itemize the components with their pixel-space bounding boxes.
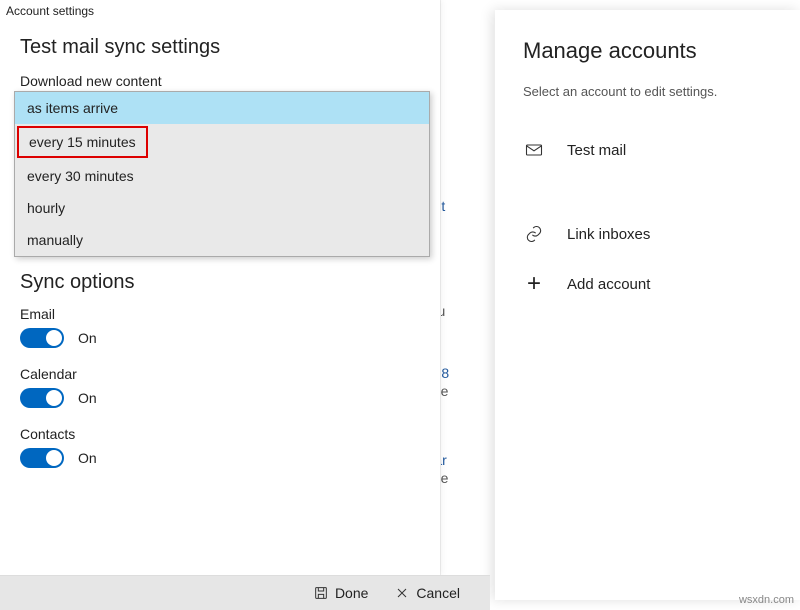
sync-options-heading: Sync options <box>20 271 420 294</box>
dialog-button-bar: Done Cancel <box>0 575 490 610</box>
download-content-label: Download new content <box>20 73 420 89</box>
link-inboxes-button[interactable]: Link inboxes <box>495 209 800 259</box>
manage-accounts-panel: Manage accounts Select an account to edi… <box>495 10 800 600</box>
link-icon <box>523 223 545 245</box>
email-sync-toggle[interactable] <box>20 328 64 348</box>
mail-icon <box>523 139 545 161</box>
contacts-sync-toggle[interactable] <box>20 448 64 468</box>
link-inboxes-label: Link inboxes <box>567 226 650 243</box>
manage-accounts-title: Manage accounts <box>495 38 800 84</box>
account-settings-panel: Account settings Test mail sync settings… <box>0 0 440 575</box>
watermark: wsxdn.com <box>739 594 794 606</box>
close-icon <box>394 585 410 601</box>
account-name-label: Test mail <box>567 142 626 159</box>
add-account-button[interactable]: + Add account <box>495 259 800 309</box>
cancel-button[interactable]: Cancel <box>394 585 460 601</box>
dropdown-option-as-items-arrive[interactable]: as items arrive <box>15 92 429 124</box>
contacts-sync-label: Contacts <box>20 426 420 442</box>
calendar-sync-label: Calendar <box>20 366 420 382</box>
dropdown-option-every-30-minutes[interactable]: every 30 minutes <box>15 160 429 192</box>
download-frequency-dropdown[interactable]: as items arrive every 15 minutes every 3… <box>14 91 430 257</box>
contacts-sync-state: On <box>78 450 97 466</box>
dropdown-option-every-15-minutes[interactable]: every 15 minutes <box>17 126 148 158</box>
mail-fragment: o you <box>440 303 445 319</box>
mail-fragment: jam78 <box>440 365 449 381</box>
add-account-label: Add account <box>567 276 650 293</box>
mail-fragment: count <box>440 198 445 214</box>
cancel-label: Cancel <box>416 585 460 601</box>
manage-accounts-subtitle: Select an account to edit settings. <box>495 84 800 125</box>
account-item-test-mail[interactable]: Test mail <box>495 125 800 175</box>
mail-fragment: 46 He <box>440 383 448 399</box>
plus-icon: + <box>523 273 545 295</box>
window-title: Account settings <box>0 0 440 22</box>
done-label: Done <box>335 585 368 601</box>
dropdown-option-hourly[interactable]: hourly <box>15 192 429 224</box>
calendar-sync-state: On <box>78 390 97 406</box>
email-sync-state: On <box>78 330 97 346</box>
background-mail-list: count on y o you jam78 46 He temar 98 He… <box>440 0 490 610</box>
mail-fragment: temar <box>440 452 447 468</box>
save-icon <box>313 585 329 601</box>
calendar-sync-toggle[interactable] <box>20 388 64 408</box>
dropdown-option-manually[interactable]: manually <box>15 224 429 256</box>
email-sync-label: Email <box>20 306 420 322</box>
mail-fragment: 98 He <box>440 470 448 486</box>
page-title: Test mail sync settings <box>20 36 420 59</box>
done-button[interactable]: Done <box>313 585 368 601</box>
